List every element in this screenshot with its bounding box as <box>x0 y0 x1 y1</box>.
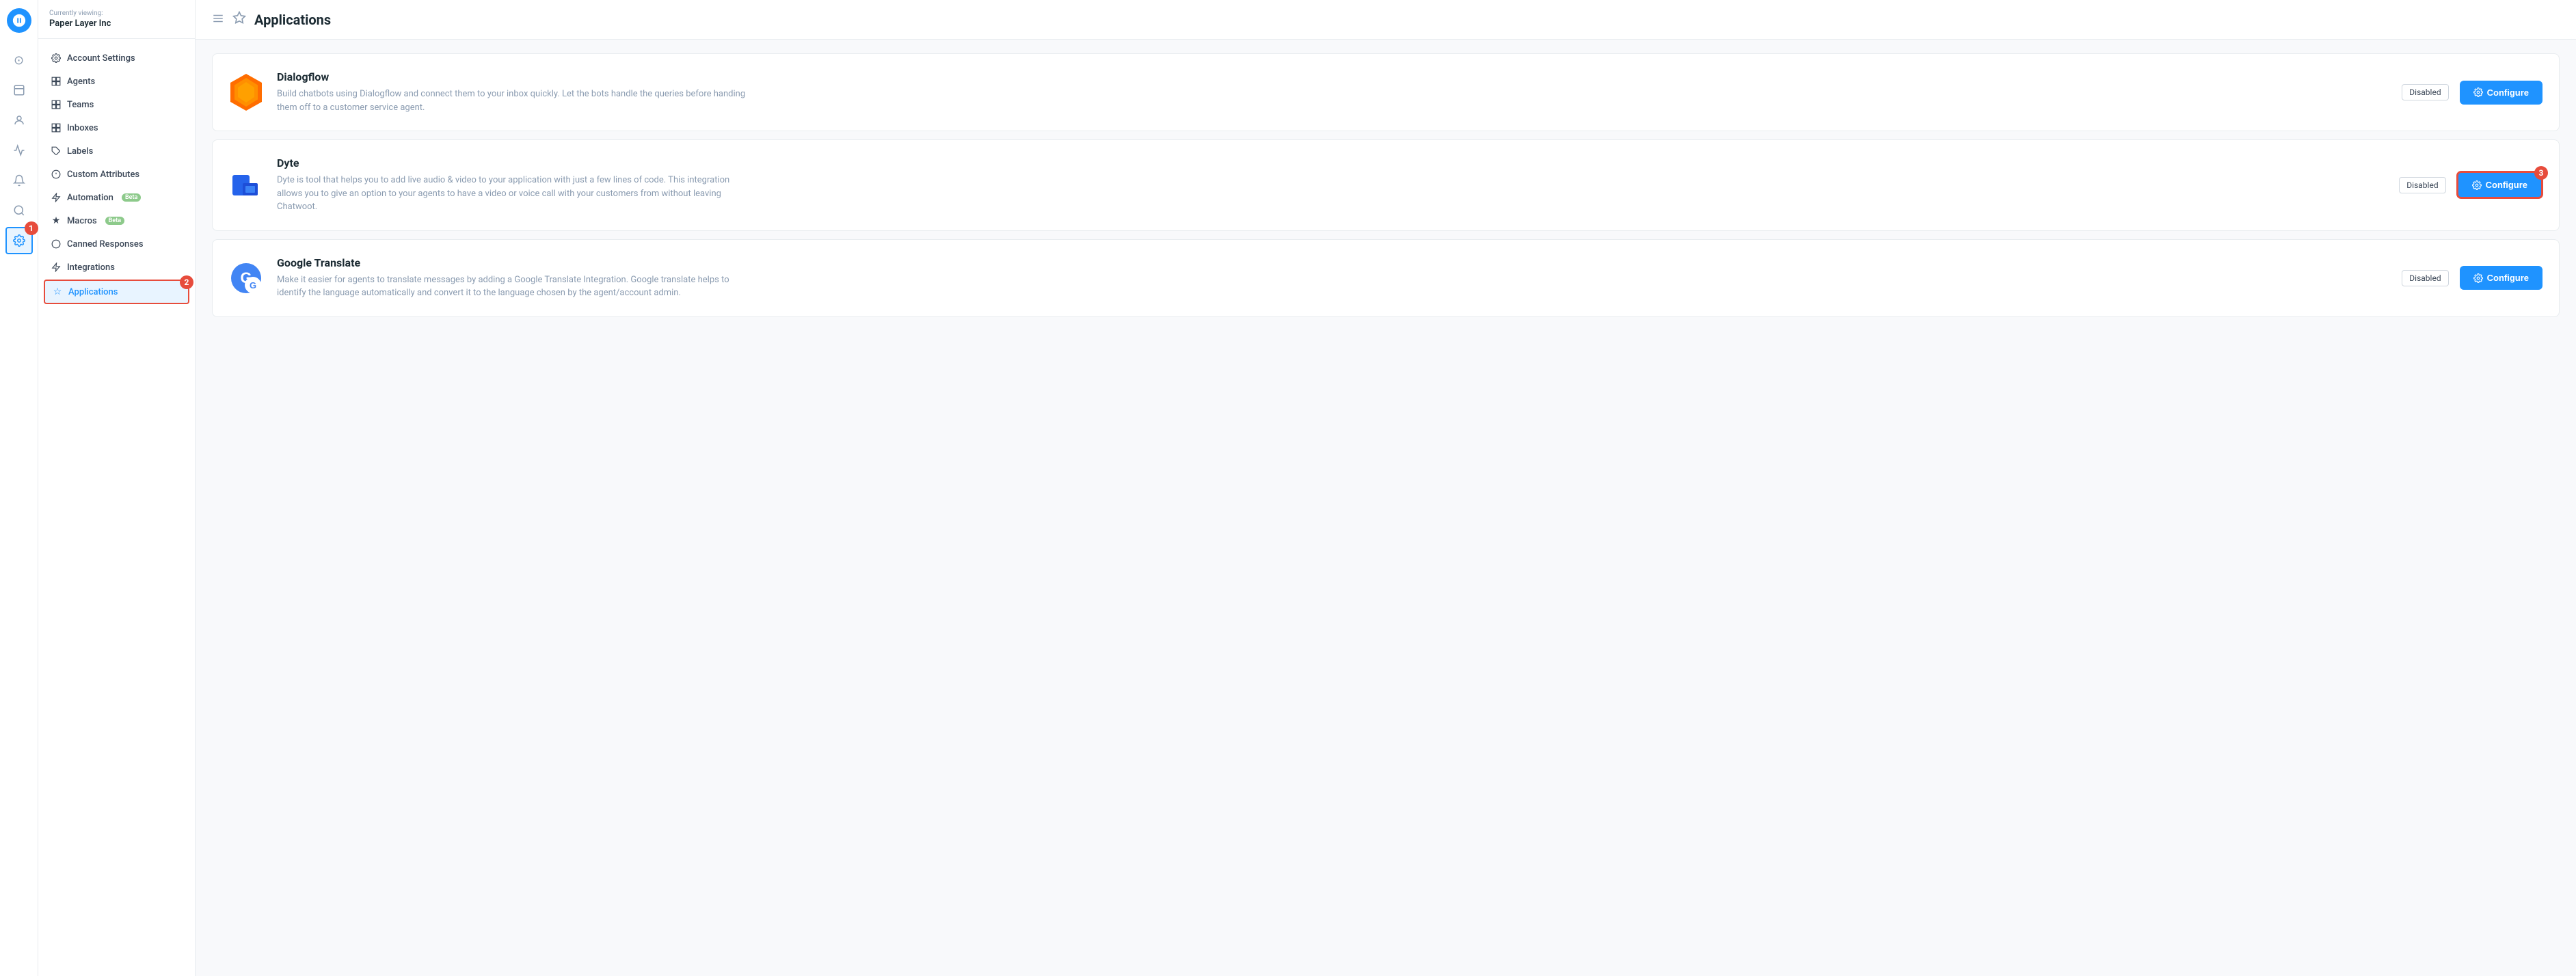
applications-label: Applications <box>68 287 118 297</box>
inboxes-label: Inboxes <box>67 123 98 133</box>
macros-badge: Beta <box>105 217 124 225</box>
automation-badge: Beta <box>122 193 141 202</box>
custom-attributes-icon <box>51 169 62 180</box>
dialogflow-card: Dialogflow Build chatbots using Dialogfl… <box>212 53 2560 131</box>
reports-nav-button[interactable] <box>5 137 33 164</box>
annotation-2: 2 <box>180 275 193 289</box>
svg-text:G: G <box>250 280 256 290</box>
inbox-nav-button[interactable] <box>5 77 33 104</box>
dialogflow-name: Dialogflow <box>277 70 2388 83</box>
teams-label: Teams <box>67 100 94 110</box>
sidebar-item-teams[interactable]: Teams <box>44 94 189 116</box>
favorite-icon[interactable] <box>232 11 246 28</box>
account-settings-label: Account Settings <box>67 53 135 64</box>
settings-icon-wrapper: 1 <box>5 227 33 254</box>
search-icon-wrapper <box>5 197 33 224</box>
dialogflow-info: Dialogflow Build chatbots using Dialogfl… <box>277 70 2388 114</box>
currently-viewing-label: Currently viewing: <box>49 10 184 17</box>
reports-icon-wrapper <box>5 137 33 164</box>
inboxes-icon <box>51 122 62 133</box>
sidebar-item-automation[interactable]: Automation Beta <box>44 187 189 208</box>
sidebar-item-integrations[interactable]: Integrations <box>44 256 189 278</box>
applications-list: Dialogflow Build chatbots using Dialogfl… <box>196 40 2576 976</box>
automation-label: Automation <box>67 193 113 203</box>
sidebar-header: Currently viewing: Paper Layer Inc <box>38 0 195 39</box>
notifications-icon-wrapper <box>5 167 33 194</box>
google-translate-actions: Disabled Configure <box>2402 266 2543 290</box>
google-translate-info: Google Translate Make it easier for agen… <box>277 256 2388 300</box>
dialogflow-configure-button[interactable]: Configure <box>2460 81 2543 105</box>
dialogflow-actions: Disabled Configure <box>2402 81 2543 105</box>
canned-responses-label: Canned Responses <box>67 239 144 249</box>
hamburger-button[interactable] <box>212 12 224 27</box>
macros-icon: ★ <box>51 215 62 226</box>
dialogflow-configure-label: Configure <box>2487 87 2529 98</box>
google-translate-card: G G Google Translate Make it easier for … <box>212 239 2560 317</box>
google-translate-name: Google Translate <box>277 256 2388 269</box>
google-translate-status: Disabled <box>2402 270 2448 286</box>
sidebar-item-canned-responses[interactable]: Canned Responses <box>44 233 189 255</box>
macros-label: Macros <box>67 216 97 226</box>
sidebar-item-custom-attributes[interactable]: Custom Attributes <box>44 163 189 185</box>
sidebar: Currently viewing: Paper Layer Inc Accou… <box>38 0 196 976</box>
google-translate-logo: G G <box>229 261 263 295</box>
dialogflow-logo <box>229 75 263 109</box>
integrations-label: Integrations <box>67 262 115 273</box>
labels-label: Labels <box>67 146 93 157</box>
dyte-status: Disabled <box>2399 177 2445 193</box>
automation-icon <box>51 192 62 203</box>
google-translate-description: Make it easier for agents to translate m… <box>277 273 755 300</box>
sidebar-navigation: Account Settings Agents Teams Inboxes La <box>38 39 195 312</box>
labels-icon <box>51 146 62 157</box>
dyte-configure-button[interactable]: Configure <box>2457 172 2543 198</box>
home-icon-wrapper: ⊙ <box>5 46 33 74</box>
agents-icon <box>51 76 62 87</box>
sidebar-item-agents[interactable]: Agents <box>44 70 189 92</box>
sidebar-item-applications[interactable]: ☆ Applications 2 <box>44 280 189 304</box>
dialogflow-description: Build chatbots using Dialogflow and conn… <box>277 87 755 114</box>
inbox-icon-wrapper <box>5 77 33 104</box>
canned-responses-icon <box>51 239 62 249</box>
google-translate-configure-label: Configure <box>2487 273 2529 283</box>
dyte-info: Dyte Dyte is tool that helps you to add … <box>277 157 2385 214</box>
sidebar-item-account-settings[interactable]: Account Settings <box>44 47 189 69</box>
sidebar-item-labels[interactable]: Labels <box>44 140 189 162</box>
dyte-logo <box>229 168 263 202</box>
page-title: Applications <box>254 12 331 28</box>
agents-label: Agents <box>67 77 95 87</box>
main-header: Applications <box>196 0 2576 40</box>
google-translate-configure-button[interactable]: Configure <box>2460 266 2543 290</box>
sidebar-item-macros[interactable]: ★ Macros Beta <box>44 210 189 232</box>
annotation-3: 3 <box>2534 166 2548 180</box>
applications-icon: ☆ <box>52 286 63 297</box>
annotation-1: 1 <box>25 221 38 235</box>
home-nav-button[interactable]: ⊙ <box>5 46 33 74</box>
notifications-nav-button[interactable] <box>5 167 33 194</box>
sidebar-item-inboxes[interactable]: Inboxes <box>44 117 189 139</box>
dyte-configure-label: Configure <box>2486 180 2527 190</box>
dyte-actions: Disabled Configure 3 <box>2399 172 2543 198</box>
account-settings-icon <box>51 53 62 64</box>
teams-icon <box>51 99 62 110</box>
search-nav-button[interactable] <box>5 197 33 224</box>
icon-bar: ⊙ 1 <box>0 0 38 976</box>
custom-attributes-label: Custom Attributes <box>67 170 139 180</box>
contacts-icon-wrapper <box>5 107 33 134</box>
integrations-icon <box>51 262 62 273</box>
main-content: Applications Dialogflow Build chatbots u… <box>196 0 2576 976</box>
dyte-description: Dyte is tool that helps you to add live … <box>277 174 755 214</box>
dialogflow-status: Disabled <box>2402 84 2448 100</box>
dyte-name: Dyte <box>277 157 2385 170</box>
dyte-card: Dyte Dyte is tool that helps you to add … <box>212 139 2560 231</box>
dyte-configure-wrapper: Configure 3 <box>2457 172 2543 198</box>
company-name: Paper Layer Inc <box>49 18 184 29</box>
contacts-nav-button[interactable] <box>5 107 33 134</box>
app-logo <box>7 8 31 33</box>
